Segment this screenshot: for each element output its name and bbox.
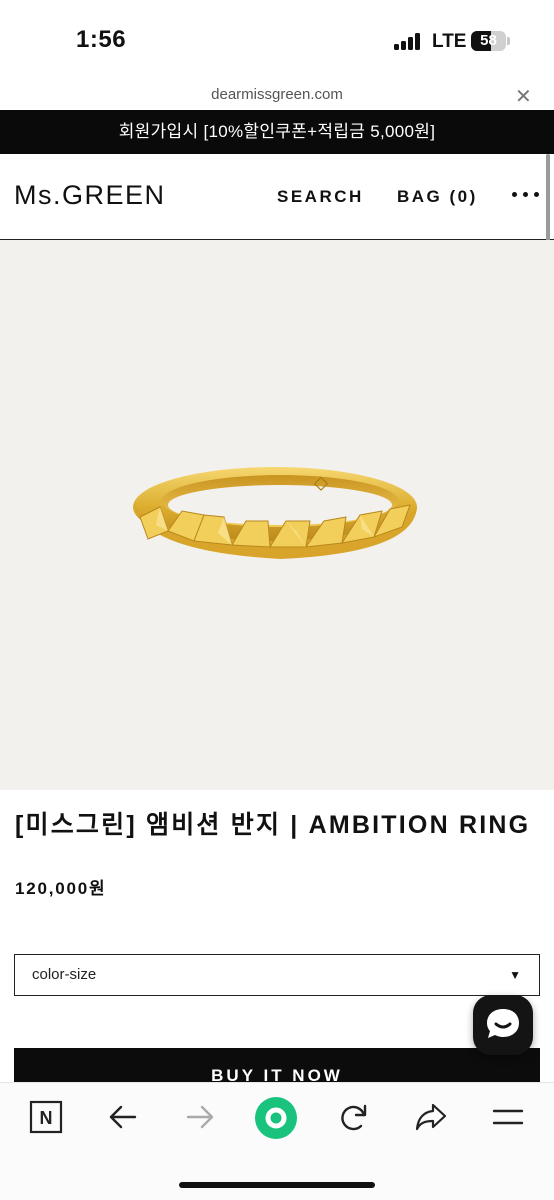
status-bar: 1:56 LTE 58 [0, 0, 554, 80]
option-selected-value: color-size [32, 966, 97, 983]
signal-icon [394, 32, 424, 50]
url-text[interactable]: dearmissgreen.com [0, 86, 554, 103]
bag-link[interactable]: BAG (0) [397, 187, 478, 207]
product-image[interactable] [0, 240, 554, 790]
svg-text:N: N [40, 1108, 53, 1128]
chat-bubble-icon [487, 1009, 519, 1038]
battery-percent: 58 [480, 32, 497, 49]
chevron-down-icon: ▼ [509, 968, 521, 982]
product-title: [미스그린] 앰비션 반지 | AMBITION RING [15, 811, 531, 839]
buy-now-label: BUY IT NOW [211, 1066, 343, 1082]
scrollbar[interactable] [546, 154, 550, 244]
battery-icon: 58 [471, 31, 506, 51]
network-label: LTE [432, 31, 467, 52]
home-indicator[interactable] [179, 1182, 375, 1188]
close-icon[interactable]: ✕ [515, 84, 532, 109]
reload-icon[interactable] [331, 1095, 375, 1139]
menu-icon[interactable] [486, 1095, 530, 1139]
more-dots-icon[interactable] [512, 192, 544, 200]
option-select[interactable]: color-size ▼ [14, 954, 540, 996]
search-link[interactable]: SEARCH [277, 187, 364, 207]
url-bar[interactable]: dearmissgreen.com ✕ [0, 80, 554, 110]
site-header: Ms.GREEN SEARCH BAG (0) [0, 154, 554, 240]
share-icon[interactable] [409, 1095, 453, 1139]
chat-button[interactable] [473, 995, 533, 1055]
product-price: 120,000원 [15, 879, 107, 898]
naver-n-icon[interactable]: N [24, 1095, 68, 1139]
buy-now-button[interactable]: BUY IT NOW [14, 1048, 540, 1082]
back-arrow-icon[interactable] [101, 1095, 145, 1139]
green-dot-icon[interactable] [254, 1096, 298, 1140]
status-time: 1:56 [76, 26, 127, 53]
site-logo[interactable]: Ms.GREEN [14, 180, 166, 211]
forward-arrow-icon[interactable] [178, 1095, 222, 1139]
gold-ring-image [133, 467, 417, 559]
promo-banner[interactable]: 회원가입시 [10%할인쿠폰+적립금 5,000원] [0, 110, 554, 154]
battery-cap [507, 37, 510, 45]
